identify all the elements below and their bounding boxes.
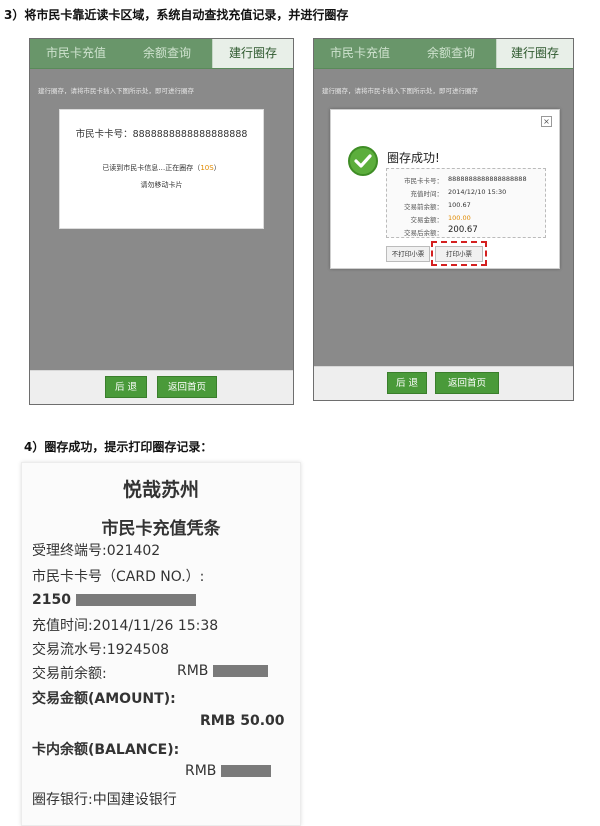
footer-bar: 后 退 返回首页 xyxy=(314,366,573,400)
balance-label: 卡内余额(BALANCE): xyxy=(32,742,180,758)
instruction-text: 建行圈存，请将市民卡插入下图所示处，即可进行圈存 xyxy=(38,87,194,95)
card-number-label: 市民卡卡号（CARD NO.）: xyxy=(32,569,205,585)
card-number-prefix: 2150 xyxy=(32,592,71,608)
balance-before-label: 交易前余额: xyxy=(32,666,107,682)
tab-ccb-transfer[interactable]: 建行圈存 xyxy=(212,39,293,68)
back-button[interactable]: 后 退 xyxy=(387,372,427,394)
balance-before-line: 交易前余额: RMB xyxy=(32,663,268,683)
detail-label: 交易后余额： xyxy=(404,229,443,237)
detail-value: 200.67 xyxy=(448,225,478,235)
amount-label: 交易金额(AMOUNT): xyxy=(32,691,176,707)
kiosk-screen-reading: 市民卡充值 余额查询 建行圈存 建行圈存，请将市民卡插入下图所示处，即可进行圈存… xyxy=(29,38,294,405)
card-number-value: 8888888888888888888 xyxy=(132,129,248,140)
card-number-line: 市民卡卡号：8888888888888888888 xyxy=(60,126,263,140)
tab-citizen-card-recharge[interactable]: 市民卡充值 xyxy=(314,39,406,68)
no-print-button[interactable]: 不打印小票 xyxy=(386,246,430,262)
currency-label: RMB xyxy=(185,763,217,779)
redaction-mask xyxy=(220,765,271,777)
transaction-details: 市民卡卡号： 8888888888888888888 充值时间： 2014/12/1… xyxy=(386,168,546,238)
detail-value: 100.00 xyxy=(448,214,471,222)
detail-label: 交易金额： xyxy=(410,216,444,224)
serial-number: 交易流水号:1924508 xyxy=(32,642,170,658)
close-icon[interactable]: × xyxy=(541,116,552,127)
detail-row: 交易前余额： 100.67 xyxy=(387,201,547,212)
currency-label: RMB xyxy=(177,663,209,679)
receipt-photo: 悦哉苏州 市民卡充值凭条 受理终端号:021402 市民卡卡号（CARD NO.… xyxy=(21,462,301,826)
tab-bar: 市民卡充值 余额查询 建行圈存 xyxy=(314,39,573,69)
highlight-box xyxy=(431,241,487,266)
recharge-time: 充值时间:2014/11/26 15:38 xyxy=(32,618,219,634)
detail-value: 8888888888888888888 xyxy=(448,175,527,183)
detail-value: 2014/12/10 15:30 xyxy=(448,188,507,196)
checkmark-icon xyxy=(348,146,378,176)
step-4-title: 4）圈存成功，提示打印圈存记录： xyxy=(24,440,213,454)
success-dialog: × 圈存成功! 市民卡卡号： 8888888888888888888 充值时间： 2… xyxy=(330,109,560,269)
detail-row: 交易后余额： 200.67 xyxy=(387,225,547,238)
amount-value: RMB 50.00 xyxy=(200,713,285,729)
instruction-text: 建行圈存，请将市民卡插入下图所示处，即可进行圈存 xyxy=(322,87,478,95)
reading-prefix: 已读到市民卡信息…正在圈存（ xyxy=(102,164,201,172)
terminal-number: 受理终端号:021402 xyxy=(32,543,161,559)
reading-dialog: 市民卡卡号：8888888888888888888 已读到市民卡信息…正在圈存（… xyxy=(59,109,264,229)
redaction-mask xyxy=(75,594,196,606)
reading-suffix: ） xyxy=(213,164,221,172)
tab-ccb-transfer[interactable]: 建行圈存 xyxy=(496,39,573,68)
detail-row: 交易金额： 100.00 xyxy=(387,214,547,225)
reading-status: 已读到市民卡信息…正在圈存（10S） xyxy=(60,163,263,173)
bank-line: 圈存银行:中国建设银行 xyxy=(32,792,177,808)
detail-row: 充值时间： 2014/12/10 15:30 xyxy=(387,188,547,199)
tab-balance-query[interactable]: 余额查询 xyxy=(406,39,496,68)
card-number-line: 2150 xyxy=(32,592,196,608)
detail-row: 市民卡卡号： 8888888888888888888 xyxy=(387,175,547,186)
balance-before-value: RMB xyxy=(177,663,268,679)
detail-label: 市民卡卡号： xyxy=(404,177,443,185)
card-number-label: 市民卡卡号： xyxy=(75,129,133,140)
tab-balance-query[interactable]: 余额查询 xyxy=(122,39,212,68)
back-button[interactable]: 后 退 xyxy=(105,376,147,398)
receipt-subtitle: 市民卡充值凭条 xyxy=(101,519,221,539)
step-3-title: 3）将市民卡靠近读卡区域，系统自动查找充值记录，并进行圈存 xyxy=(4,8,349,22)
receipt-title: 悦哉苏州 xyxy=(122,479,199,501)
detail-label: 交易前余额： xyxy=(404,203,443,211)
tab-bar: 市民卡充值 余额查询 建行圈存 xyxy=(30,39,293,69)
footer-bar: 后 退 返回首页 xyxy=(30,370,293,404)
detail-value: 100.67 xyxy=(448,201,471,209)
countdown: 10S xyxy=(200,164,214,172)
do-not-move-warning: 请勿移动卡片 xyxy=(140,181,183,189)
home-button[interactable]: 返回首页 xyxy=(435,372,499,394)
detail-label: 充值时间： xyxy=(410,190,444,198)
redaction-mask xyxy=(212,665,268,677)
kiosk-screen-success: 市民卡充值 余额查询 建行圈存 建行圈存，请将市民卡插入下图所示处，即可进行圈存… xyxy=(313,38,574,401)
tab-citizen-card-recharge[interactable]: 市民卡充值 xyxy=(30,39,122,68)
balance-value-line: RMB xyxy=(185,763,271,779)
home-button[interactable]: 返回首页 xyxy=(157,376,217,398)
success-title: 圈存成功! xyxy=(387,151,440,165)
